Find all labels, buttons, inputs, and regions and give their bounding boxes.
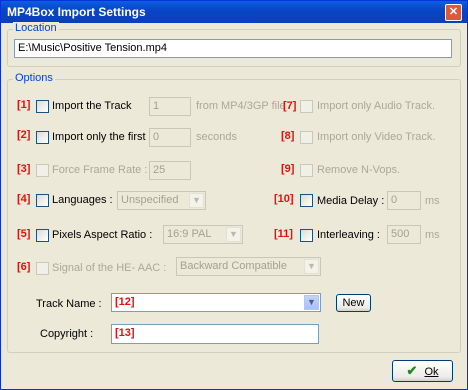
import-first-checkbox[interactable] <box>36 131 49 144</box>
media-delay-label: Media Delay : <box>317 195 385 207</box>
option-number-11: [11] <box>274 228 293 240</box>
remove-nvops-label: Remove N-Vops. <box>317 164 401 176</box>
pixel-aspect-select[interactable]: 16:9 PAL ▼ <box>163 225 243 244</box>
only-audio-checkbox[interactable] <box>300 100 313 113</box>
import-track-label: Import the Track <box>52 100 132 112</box>
checkmark-icon: ✔ <box>406 363 418 378</box>
option-number-9: [9] <box>281 163 295 175</box>
import-track-checkbox[interactable] <box>36 100 49 113</box>
copyright-value: [13] <box>115 327 135 339</box>
import-first-label: Import only the first <box>52 131 146 143</box>
he-aac-label: Signal of the HE- AAC : <box>52 262 167 274</box>
interleaving-field[interactable]: 500 <box>387 225 421 244</box>
track-name-combo[interactable]: [12] ▼ <box>111 293 321 312</box>
track-name-value: [12] <box>115 296 135 308</box>
pixel-aspect-selected-value: 16:9 PAL <box>167 228 212 240</box>
chevron-down-icon[interactable]: ▼ <box>226 227 241 242</box>
only-video-label: Import only Video Track. <box>317 131 436 143</box>
chevron-down-icon[interactable]: ▼ <box>304 295 319 310</box>
languages-selected-value: Unspecified <box>121 194 179 206</box>
languages-select[interactable]: Unspecified ▼ <box>117 191 206 210</box>
force-frame-rate-field[interactable]: 25 <box>149 161 191 180</box>
import-track-field[interactable]: 1 <box>149 97 191 116</box>
languages-label: Languages : <box>52 194 113 206</box>
remove-nvops-checkbox[interactable] <box>300 164 313 177</box>
import-first-suffix: seconds <box>196 131 237 143</box>
media-delay-unit: ms <box>425 195 440 207</box>
he-aac-checkbox[interactable] <box>36 262 49 275</box>
chevron-down-icon[interactable]: ▼ <box>189 193 204 208</box>
dialog-window: MP4Box Import Settings ✕ Location E:\Mus… <box>0 0 468 390</box>
import-track-suffix: from MP4/3GP file <box>196 100 286 112</box>
he-aac-selected-value: Backward Compatible <box>180 260 287 272</box>
option-number-10: [10] <box>274 193 294 205</box>
interleaving-unit: ms <box>425 229 440 241</box>
force-frame-rate-checkbox[interactable] <box>36 164 49 177</box>
option-number-4: [4] <box>17 193 31 205</box>
option-number-1: [1] <box>17 99 31 111</box>
track-name-label: Track Name : <box>36 298 102 310</box>
option-number-8: [8] <box>281 130 295 142</box>
option-number-2: [2] <box>17 129 31 141</box>
location-group-label: Location <box>13 22 59 34</box>
he-aac-select[interactable]: Backward Compatible ▼ <box>176 257 321 276</box>
pixel-aspect-checkbox[interactable] <box>36 229 49 242</box>
option-number-7: [7] <box>283 100 297 112</box>
option-number-6: [6] <box>17 261 31 273</box>
pixel-aspect-label: Pixels Aspect Ratio : <box>52 229 153 241</box>
options-group-label: Options <box>13 72 55 84</box>
interleaving-checkbox[interactable] <box>300 229 313 242</box>
close-icon[interactable]: ✕ <box>445 4 462 21</box>
only-video-checkbox[interactable] <box>300 131 313 144</box>
languages-checkbox[interactable] <box>36 194 49 207</box>
option-number-3: [3] <box>17 163 31 175</box>
media-delay-field[interactable]: 0 <box>387 191 421 210</box>
title-bar[interactable]: MP4Box Import Settings ✕ <box>1 1 467 23</box>
window-title: MP4Box Import Settings <box>7 5 146 19</box>
chevron-down-icon[interactable]: ▼ <box>304 259 319 274</box>
option-number-5: [5] <box>17 228 31 240</box>
new-track-name-button[interactable]: New <box>336 294 371 312</box>
copyright-field[interactable]: [13] <box>111 324 319 344</box>
media-delay-checkbox[interactable] <box>300 194 313 207</box>
interleaving-label: Interleaving : <box>317 229 380 241</box>
copyright-label: Copyright : <box>40 328 94 340</box>
ok-button-label: Ok <box>424 366 439 378</box>
only-audio-label: Import only Audio Track. <box>317 100 435 112</box>
force-frame-rate-label: Force Frame Rate : <box>52 164 148 176</box>
ok-button[interactable]: ✔ Ok <box>392 360 453 382</box>
import-first-seconds-field[interactable]: 0 <box>149 128 191 147</box>
location-path-field[interactable]: E:\Music\Positive Tension.mp4 <box>14 39 452 58</box>
